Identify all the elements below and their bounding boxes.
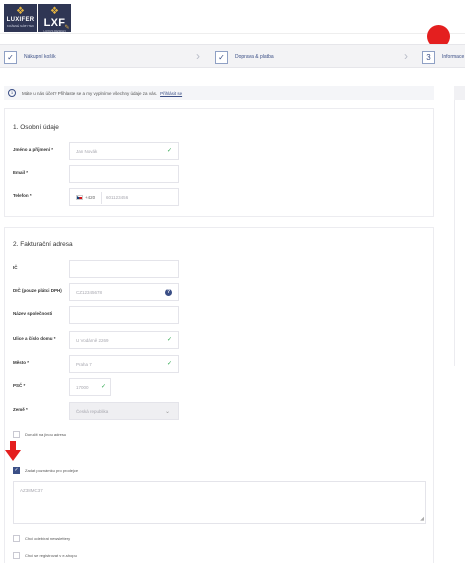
billing-address-section: 2. Fakturační adresa IČ DIČ (pouze plátc… xyxy=(4,227,434,563)
chevron-right-icon: › xyxy=(196,49,200,63)
checkbox[interactable] xyxy=(13,430,20,438)
field-value: Česká republika xyxy=(76,409,109,414)
check-icon: ✓ xyxy=(100,384,106,390)
checkbox[interactable] xyxy=(13,551,20,559)
login-link[interactable]: Přihlásit se xyxy=(160,91,182,96)
step-label: Doprava & platba xyxy=(235,54,274,60)
checkbox-label: Doručit na jinou adresu xyxy=(25,431,67,437)
field-value: 17000 xyxy=(76,385,89,390)
seller-note-option[interactable]: ✓ Zadat poznámku pro prodejce xyxy=(13,465,78,475)
street-field[interactable]: U Vodárně 2269 ✓ xyxy=(69,331,179,349)
resize-handle-icon[interactable]: ◢ xyxy=(420,517,424,522)
logo-text: LUXIFER xyxy=(6,17,35,23)
section-title: 1. Osobní údaje xyxy=(13,124,59,131)
field-label: Země * xyxy=(13,407,28,412)
section-title: 2. Fakturační adresa xyxy=(13,241,73,248)
phone-country-code[interactable]: +420 xyxy=(85,195,95,200)
divider xyxy=(101,192,102,204)
checkbox-checked[interactable]: ✓ xyxy=(13,466,20,474)
ic-field[interactable] xyxy=(69,260,179,278)
field-value: U Vodárně 2269 xyxy=(76,338,109,343)
zip-row: PSČ * 17000 ✓ xyxy=(5,378,435,396)
field-label: IČ xyxy=(13,265,18,270)
chevron-right-icon: › xyxy=(404,49,408,63)
field-label: PSČ * xyxy=(13,383,26,388)
phone-field[interactable]: +420 601123456 xyxy=(69,188,179,206)
email-field[interactable] xyxy=(69,165,179,183)
notice-text: Máte u nás účet? Přihlaste se a my vypln… xyxy=(22,90,158,96)
step-label: Nákupní košík xyxy=(24,54,56,60)
seller-note-textarea[interactable]: AZ38MC37 ◢ xyxy=(13,481,426,524)
help-icon[interactable]: ? xyxy=(165,289,172,296)
diamond-icon: ❖ xyxy=(50,6,59,17)
field-label: Název společnosti xyxy=(13,311,53,316)
company-row: Název společnosti xyxy=(5,306,435,324)
email-row: Email * xyxy=(5,165,435,183)
field-value: CZ12345678 xyxy=(76,290,103,295)
step-number: 3 xyxy=(422,50,435,64)
check-icon: ✓ xyxy=(166,337,172,343)
pen-icon: ✎ xyxy=(64,25,70,31)
country-select[interactable]: Česká republika ⌄ xyxy=(69,402,179,420)
dic-row: DIČ (pouze plátci DPH) CZ12345678 ? xyxy=(5,283,435,301)
field-value: 601123456 xyxy=(106,195,129,200)
logo-subtext: KOŽENÉ NÁBYTEK xyxy=(6,24,35,28)
chevron-down-icon: ⌄ xyxy=(164,409,170,415)
checkbox[interactable] xyxy=(13,534,20,542)
lxf-logo[interactable]: ❖ LXF LUXUS DESIGN ✎ xyxy=(38,4,71,33)
step-label: Informace xyxy=(442,54,465,60)
field-label: Telefon * xyxy=(13,193,32,198)
country-row: Země * Česká republika ⌄ xyxy=(5,402,435,420)
textarea-value: AZ38MC37 xyxy=(20,488,43,493)
name-field[interactable]: Jan Novák ✓ xyxy=(69,142,179,160)
check-icon: ✓ xyxy=(215,50,228,64)
step-shipping-payment[interactable]: ✓ Doprava & platba xyxy=(215,49,274,65)
check-icon: ✓ xyxy=(166,148,172,154)
phone-row: Telefon * +420 601123456 xyxy=(5,188,435,206)
name-row: Jméno a příjmení * Jan Novák ✓ xyxy=(5,142,435,160)
field-label: DIČ (pouze plátci DPH) xyxy=(13,288,62,293)
city-row: Město * Praha 7 ✓ xyxy=(5,355,435,373)
step-information[interactable]: 3 Informace xyxy=(422,49,464,65)
field-label: Email * xyxy=(13,170,29,175)
street-row: Ulice a číslo domu * U Vodárně 2269 ✓ xyxy=(5,331,435,349)
order-summary-panel xyxy=(454,86,465,366)
step-cart[interactable]: ✓ Nákupní košík xyxy=(4,49,56,65)
field-label: Ulice a číslo domu * xyxy=(13,336,56,341)
login-notice: i Máte u nás účet? Přihlaste se a my vyp… xyxy=(4,86,434,100)
order-summary-header xyxy=(454,86,465,100)
check-icon: ✓ xyxy=(4,50,17,64)
luxifer-logo[interactable]: ❖ LUXIFER KOŽENÉ NÁBYTEK xyxy=(4,4,37,32)
personal-info-section: 1. Osobní údaje Jméno a příjmení * Jan N… xyxy=(4,108,434,217)
checkbox-label: Chci odebírat newslettery xyxy=(25,535,71,541)
checkout-stepper: ✓ Nákupní košík › ✓ Doprava & platba › 3… xyxy=(0,44,465,68)
field-value: Jan Novák xyxy=(76,149,98,154)
deliver-other-address[interactable]: Doručit na jinou adresu xyxy=(13,429,66,439)
city-field[interactable]: Praha 7 ✓ xyxy=(69,355,179,373)
dic-field[interactable]: CZ12345678 ? xyxy=(69,283,179,301)
zip-field[interactable]: 17000 ✓ xyxy=(69,378,111,396)
checkbox-label: Chci se registrovat v e-shopu xyxy=(25,552,77,558)
header-bar: ❖ LUXIFER KOŽENÉ NÁBYTEK ❖ LXF LUXUS DES… xyxy=(0,0,465,34)
newsletter-option[interactable]: Chci odebírat newslettery xyxy=(13,533,70,543)
info-icon: i xyxy=(8,89,16,97)
ic-row: IČ xyxy=(5,260,435,278)
checkbox-label: Zadat poznámku pro prodejce xyxy=(25,467,79,473)
register-option[interactable]: Chci se registrovat v e-shopu xyxy=(13,550,77,560)
field-value: Praha 7 xyxy=(76,362,92,367)
diamond-icon: ❖ xyxy=(16,6,25,17)
red-arrow-icon xyxy=(5,441,21,461)
field-label: Jméno a příjmení * xyxy=(13,147,54,152)
field-label: Město * xyxy=(13,360,30,365)
company-field[interactable] xyxy=(69,306,179,324)
check-icon: ✓ xyxy=(166,361,172,367)
czech-flag-icon[interactable] xyxy=(76,195,83,200)
